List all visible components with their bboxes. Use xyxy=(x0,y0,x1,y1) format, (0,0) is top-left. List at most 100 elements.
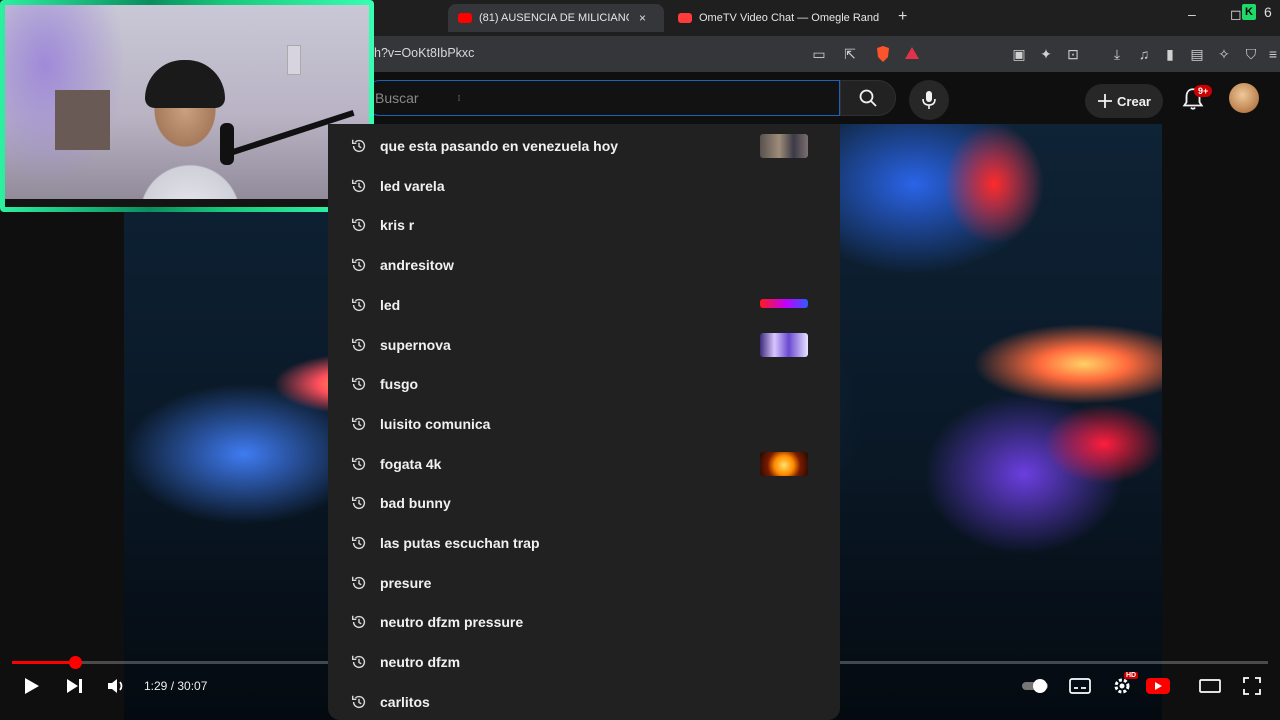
text-cursor-icon xyxy=(458,95,460,101)
suggestion-item[interactable]: bad bunny xyxy=(328,483,840,523)
suggestion-text: neutro dfzm xyxy=(380,654,461,671)
suggestion-item[interactable]: presure xyxy=(328,563,840,603)
history-icon xyxy=(351,139,366,153)
suggestion-item[interactable]: carlitos xyxy=(328,682,840,720)
suggestion-item[interactable]: fusgo xyxy=(328,364,840,404)
volume-button[interactable] xyxy=(106,675,128,697)
history-icon xyxy=(351,496,366,510)
sidebar-icon[interactable]: ▮ xyxy=(1161,45,1179,63)
suggestion-text: presure xyxy=(380,574,432,591)
rewards-icon[interactable] xyxy=(903,45,921,63)
suggestion-text: neutro dfzm pressure xyxy=(380,614,524,631)
extension-count: 6 xyxy=(1264,4,1272,20)
next-button[interactable] xyxy=(64,675,86,697)
vpn-icon[interactable]: ⛉ xyxy=(1242,45,1260,63)
tab-ometv[interactable]: OmeTV Video Chat — Omegle Rand xyxy=(668,4,890,32)
menu-icon[interactable]: ≡ xyxy=(1264,45,1280,63)
subtitles-icon xyxy=(1069,678,1091,694)
restore-button[interactable]: ◻ xyxy=(1230,6,1242,23)
avatar[interactable] xyxy=(1229,83,1259,113)
plus-icon xyxy=(1098,94,1113,108)
create-button[interactable]: Crear xyxy=(1085,84,1163,118)
youtube-logo-button[interactable] xyxy=(1144,675,1172,697)
progress-scrubber[interactable] xyxy=(68,656,82,669)
k-extension-icon[interactable]: K xyxy=(1242,4,1256,20)
search-input[interactable] xyxy=(373,81,813,115)
suggestion-text: led varela xyxy=(380,177,445,194)
microphone-icon xyxy=(922,91,936,109)
suggestion-text: kris r xyxy=(380,217,415,234)
history-icon xyxy=(351,695,366,708)
history-icon xyxy=(351,338,366,351)
ometv-favicon-icon xyxy=(678,13,692,23)
suggestion-item[interactable]: andresitow xyxy=(328,245,840,285)
suggestion-item[interactable]: fogata 4k xyxy=(328,444,840,484)
theater-button[interactable] xyxy=(1198,675,1222,697)
suggestion-item[interactable]: que esta pasando en venezuela hoy xyxy=(328,126,840,166)
download-icon[interactable]: ⤓ xyxy=(1108,45,1126,63)
wallet-icon[interactable]: ▤ xyxy=(1188,45,1206,63)
media-icon[interactable]: ♫ xyxy=(1135,45,1153,63)
search-suggestions-dropdown: que esta pasando en venezuela hoy led var… xyxy=(328,124,840,720)
suggestion-item[interactable]: neutro dfzm pressure xyxy=(328,602,840,642)
history-icon xyxy=(351,258,366,272)
history-icon xyxy=(351,616,366,629)
suggestion-item[interactable]: kris r xyxy=(328,205,840,245)
history-icon xyxy=(351,219,366,232)
suggestion-text: fogata 4k xyxy=(380,455,442,472)
progress-fill xyxy=(12,661,75,664)
suggestion-text: luisito comunica xyxy=(380,415,491,432)
suggestion-text: led xyxy=(380,296,401,313)
gear-icon xyxy=(1114,678,1130,694)
history-icon xyxy=(351,536,366,550)
voice-search-button[interactable] xyxy=(909,80,949,120)
tab-title: (81) AUSENCIA DE MILICIANOS T xyxy=(479,12,629,24)
fullscreen-button[interactable] xyxy=(1240,675,1264,697)
tab-youtube[interactable]: (81) AUSENCIA DE MILICIANOS T × xyxy=(448,4,664,32)
history-icon xyxy=(351,179,366,192)
history-icon xyxy=(351,417,366,430)
settings-button[interactable]: HD xyxy=(1110,672,1139,697)
search-box[interactable] xyxy=(362,80,840,116)
tab-search-icon[interactable]: ⊡ xyxy=(1064,45,1082,63)
suggestion-item[interactable]: led xyxy=(328,285,840,325)
suggestion-item[interactable]: supernova xyxy=(328,325,840,365)
screen: (81) AUSENCIA DE MILICIANOS T × OmeTV Vi… xyxy=(0,0,1280,720)
subtitles-button[interactable] xyxy=(1068,675,1092,697)
suggestion-item[interactable]: luisito comunica xyxy=(328,404,840,444)
suggestion-thumbnail xyxy=(760,134,808,158)
suggestion-text: fusgo xyxy=(380,376,419,393)
leo-ai-icon[interactable]: ✧ xyxy=(1215,45,1233,63)
autoplay-toggle[interactable] xyxy=(1020,675,1050,697)
suggestion-text: las putas escuchan trap xyxy=(380,535,540,551)
create-label: Crear xyxy=(1117,93,1151,109)
brave-shield-icon[interactable] xyxy=(874,45,892,63)
close-tab-icon[interactable]: × xyxy=(639,11,646,25)
minimize-button[interactable]: – xyxy=(1188,6,1196,22)
suggestion-text: andresitow xyxy=(380,257,454,274)
time-display: 1:29 / 30:07 xyxy=(144,679,208,693)
extensions-icon[interactable]: ✦ xyxy=(1037,45,1055,63)
notification-badge: 9+ xyxy=(1194,85,1213,97)
history-icon xyxy=(351,377,366,391)
theater-icon xyxy=(1199,679,1221,693)
suggestion-text: supernova xyxy=(380,336,451,353)
webcam-feed xyxy=(5,5,369,207)
search-button[interactable] xyxy=(840,80,896,116)
url-text[interactable]: h?v=OoKt8IbPkxc xyxy=(374,46,474,60)
suggestion-text: carlitos xyxy=(380,693,430,710)
tab-title: OmeTV Video Chat — Omegle Rand xyxy=(699,12,879,24)
screenshot-icon[interactable]: ▣ xyxy=(1010,45,1028,63)
history-icon xyxy=(351,457,366,470)
webcam-overlay xyxy=(0,0,374,212)
share-icon[interactable]: ⇱ xyxy=(841,45,859,63)
suggestion-item[interactable]: neutro dfzm xyxy=(328,642,840,682)
suggestion-thumbnail xyxy=(760,451,808,476)
suggestion-text: bad bunny xyxy=(380,495,451,512)
suggestion-item[interactable]: las putas escuchan trap xyxy=(328,523,840,563)
cast-icon[interactable]: ▭ xyxy=(810,45,828,63)
new-tab-button[interactable]: + xyxy=(898,8,907,26)
history-icon xyxy=(351,576,366,589)
play-button[interactable] xyxy=(22,675,42,697)
suggestion-item[interactable]: led varela xyxy=(328,166,840,206)
